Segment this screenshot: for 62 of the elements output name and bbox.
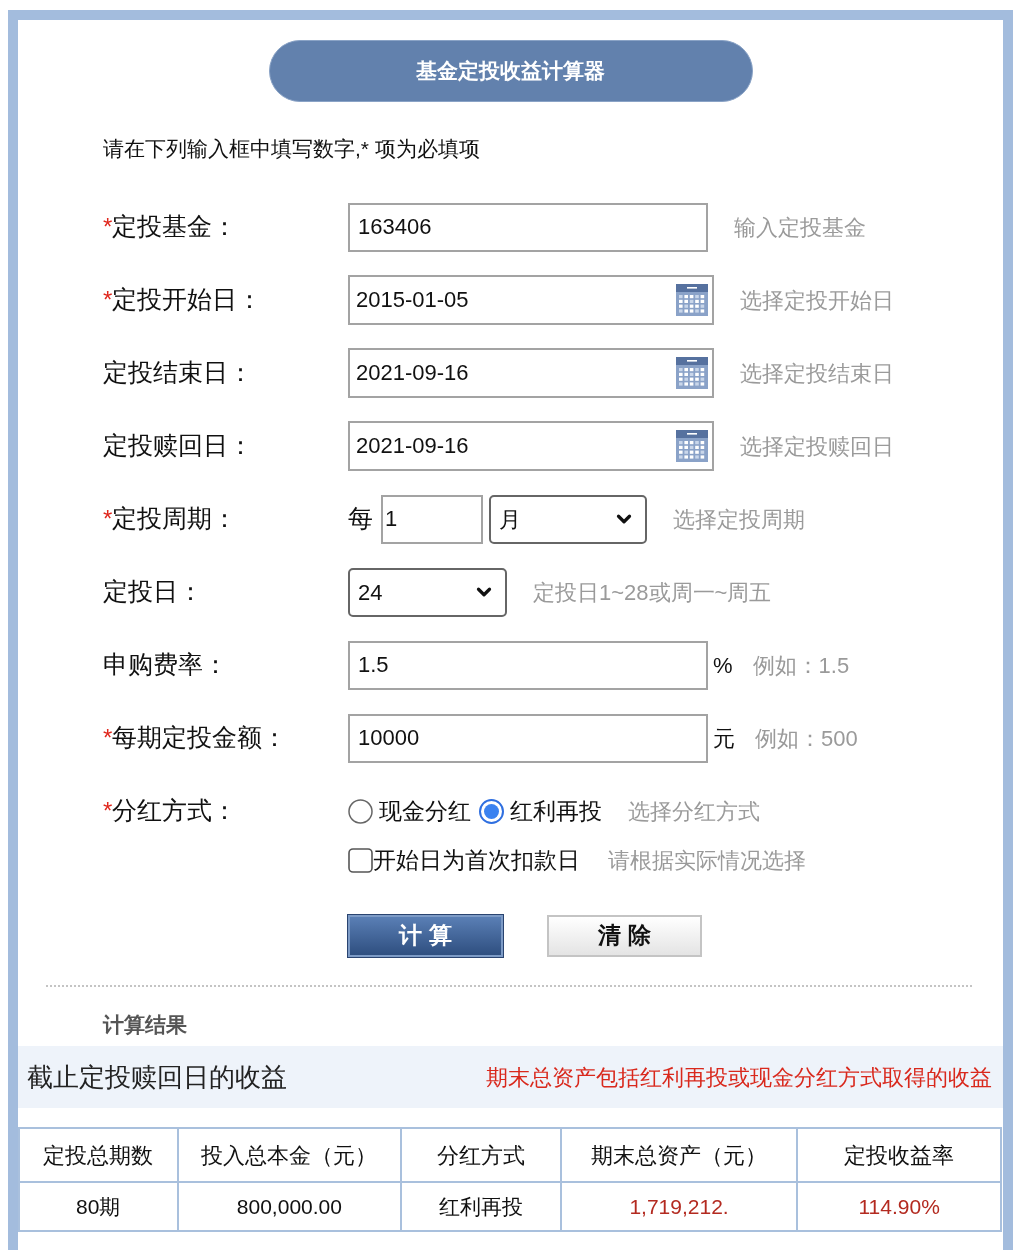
hint-text: 选择定投周期 [673, 505, 805, 534]
required-mark: * [103, 796, 113, 826]
column-header: 分红方式 [401, 1128, 561, 1182]
unit-text: % [713, 651, 733, 680]
hint-text: 定投日1~28或周一~周五 [533, 578, 772, 607]
date-field[interactable]: 2021-09-16 [348, 421, 714, 471]
field-label: 定投赎回日： [103, 430, 253, 462]
instruction-text: 请在下列输入框中填写数字,* 项为必填项 [103, 136, 480, 162]
banner-note: 期末总资产包括红利再投或现金分红方式取得的收益 [486, 1063, 992, 1092]
checkbox-label: 开始日为首次扣款日 [373, 846, 580, 876]
hint-text: 选择分红方式 [628, 797, 760, 826]
table-cell: 114.90% [797, 1182, 1001, 1231]
radio-button[interactable] [479, 798, 504, 824]
hint-text: 选择定投赎回日 [740, 432, 894, 461]
table-cell: 1,719,212. [560, 1182, 798, 1231]
hint-text: 选择定投开始日 [740, 286, 894, 315]
field-label: 定投周期： [112, 503, 238, 535]
radio-button[interactable] [348, 798, 373, 824]
page-title: 基金定投收益计算器 [268, 40, 753, 102]
field-label: 定投结束日： [103, 357, 253, 389]
action-button[interactable]: 清 除 [547, 914, 702, 957]
calendar-icon[interactable] [676, 430, 708, 462]
column-header: 投入总本金（元） [177, 1128, 402, 1182]
calendar-icon[interactable] [676, 357, 708, 389]
period-select[interactable]: 月 [489, 494, 647, 544]
table-cell: 800,000.00 [177, 1182, 402, 1231]
banner-title: 截止定投赎回日的收益 [27, 1060, 287, 1094]
date-field[interactable]: 2021-09-16 [348, 348, 714, 398]
table-cell: 80期 [19, 1182, 178, 1231]
number-field[interactable]: 1 [381, 494, 483, 544]
text-field[interactable]: 163406 [348, 202, 708, 252]
section-heading: 计算结果 [103, 1011, 187, 1038]
column-header: 定投总期数 [19, 1128, 178, 1182]
field-label: 定投基金： [112, 211, 238, 243]
text-field[interactable]: 1.5 [348, 640, 708, 690]
text-field[interactable]: 10000 [348, 713, 708, 763]
checkbox[interactable] [348, 848, 373, 873]
hint-text: 例如：1.5 [752, 651, 850, 680]
calendar-icon[interactable] [676, 284, 708, 316]
action-button[interactable]: 计 算 [348, 914, 503, 957]
unit-text: 元 [713, 724, 735, 753]
table-cell: 红利再投 [401, 1182, 561, 1231]
field-label: 分红方式： [112, 795, 238, 827]
hint-text: 选择定投结束日 [740, 359, 894, 388]
hint-text: 请根据实际情况选择 [608, 847, 806, 875]
field-label: 每期定投金额： [112, 722, 288, 754]
hint-text: 例如：500 [755, 724, 858, 753]
date-field[interactable]: 2015-01-05 [348, 275, 714, 325]
hint-text: 输入定投基金 [734, 213, 866, 242]
option-label: 红利再投 [510, 796, 602, 826]
required-mark: * [103, 285, 113, 315]
required-mark: * [103, 723, 113, 753]
column-header: 定投收益率 [797, 1128, 1001, 1182]
required-mark: * [103, 504, 113, 534]
option-label: 现金分红 [379, 796, 471, 826]
day-select[interactable]: 24 [348, 567, 507, 617]
field-label: 定投开始日： [112, 284, 263, 316]
field-label: 申购费率： [103, 649, 228, 681]
prefix-text: 每 [348, 503, 373, 535]
column-header: 期末总资产（元） [560, 1128, 798, 1182]
field-label: 定投日： [103, 576, 203, 608]
required-mark: * [103, 212, 113, 242]
